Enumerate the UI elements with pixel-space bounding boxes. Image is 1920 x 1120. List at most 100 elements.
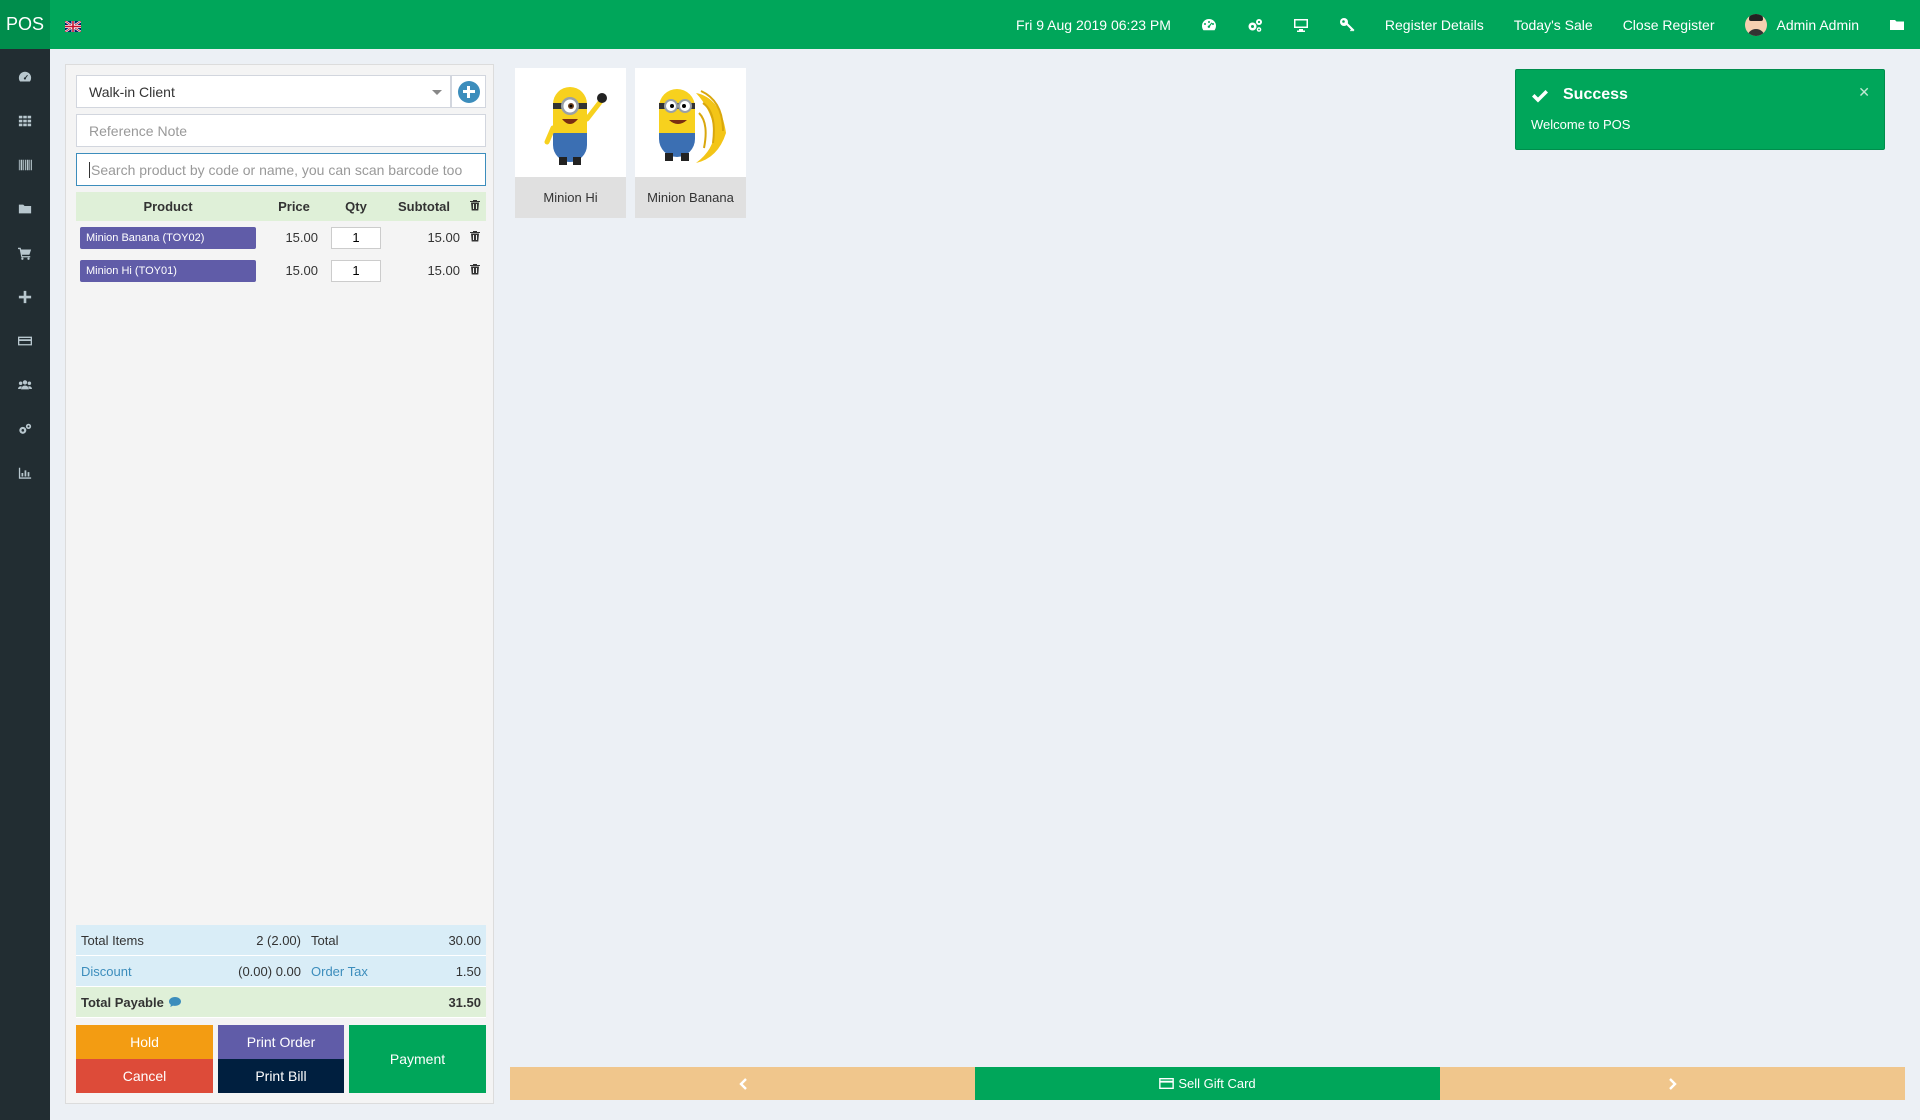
folder-icon[interactable] bbox=[0, 187, 50, 231]
sell-gift-card-label: Sell Gift Card bbox=[1178, 1076, 1256, 1091]
todays-sale-link[interactable]: Today's Sale bbox=[1499, 0, 1608, 49]
action-buttons: Hold Cancel Print Order Print Bill Payme… bbox=[76, 1025, 486, 1093]
text-cursor bbox=[89, 161, 90, 178]
totals-row: Total Items 2 (2.00) Total 30.00 bbox=[76, 925, 486, 956]
payment-button[interactable]: Payment bbox=[349, 1025, 486, 1093]
chevron-down-icon bbox=[432, 90, 442, 95]
totals-row: Discount (0.00) 0.00 Order Tax 1.50 bbox=[76, 956, 486, 987]
total-label: Total bbox=[311, 932, 339, 948]
avatar bbox=[1744, 13, 1767, 36]
table-row: Minion Banana (TOY02) 15.00 15.00 bbox=[76, 221, 486, 254]
product-item-button[interactable]: Minion Hi (TOY01) bbox=[80, 259, 256, 282]
totals-table: Total Items 2 (2.00) Total 30.00 Discoun… bbox=[76, 925, 486, 1018]
hold-button[interactable]: Hold bbox=[76, 1025, 213, 1059]
minion-hi-image bbox=[544, 86, 607, 165]
bottom-bar: Sell Gift Card bbox=[510, 1067, 1905, 1100]
item-subtotal: 15.00 bbox=[427, 263, 460, 278]
user-name: Admin Admin bbox=[1776, 16, 1859, 33]
item-price: 15.00 bbox=[285, 263, 318, 278]
trash-icon bbox=[470, 200, 480, 211]
clear-all-button[interactable] bbox=[464, 192, 486, 221]
discount-link[interactable]: Discount bbox=[76, 964, 206, 979]
user-menu[interactable]: Admin Admin bbox=[1730, 0, 1874, 49]
header-qty: Qty bbox=[328, 192, 384, 221]
total-payable-label: Total Payable bbox=[81, 994, 164, 1010]
item-price: 15.00 bbox=[285, 230, 318, 245]
minion-banana-image bbox=[658, 88, 726, 163]
credit-card-icon bbox=[1159, 1078, 1175, 1089]
bar-chart-icon[interactable] bbox=[0, 451, 50, 495]
check-icon bbox=[1532, 90, 1548, 103]
order-items-table: Product Price Qty Subtotal Minion Banana… bbox=[76, 192, 486, 287]
product-tile[interactable]: Minion Hi bbox=[515, 68, 626, 218]
chevron-right-icon bbox=[1668, 1077, 1677, 1090]
close-register-link[interactable]: Close Register bbox=[1608, 0, 1730, 49]
trash-icon bbox=[470, 264, 480, 275]
uk-flag-icon[interactable] bbox=[64, 19, 82, 33]
next-page-button[interactable] bbox=[1440, 1067, 1905, 1100]
folder-icon[interactable] bbox=[1874, 0, 1920, 49]
datetime: Fri 9 Aug 2019 06:23 PM bbox=[1016, 16, 1171, 33]
table-header-row: Product Price Qty Subtotal bbox=[76, 192, 486, 221]
barcode-icon[interactable] bbox=[0, 143, 50, 187]
chevron-left-icon bbox=[738, 1077, 747, 1090]
toast-title: Success bbox=[1563, 86, 1628, 103]
total-payable-row: Total Payable 31.50 bbox=[76, 987, 486, 1018]
grid-icon[interactable] bbox=[0, 99, 50, 143]
previous-page-button[interactable] bbox=[510, 1067, 975, 1100]
table-row: Minion Hi (TOY01) 15.00 15.00 bbox=[76, 254, 486, 287]
product-search-input[interactable]: Search product by code or name, you can … bbox=[76, 153, 486, 186]
quantity-input[interactable] bbox=[331, 259, 381, 282]
discount-value: (0.00) 0.00 bbox=[238, 963, 301, 979]
order-tax-value: 1.50 bbox=[455, 963, 481, 979]
cart-icon[interactable] bbox=[0, 231, 50, 275]
trash-icon bbox=[470, 231, 480, 242]
gears-icon[interactable] bbox=[0, 407, 50, 451]
remove-item-button[interactable] bbox=[464, 221, 486, 254]
product-image bbox=[635, 68, 746, 177]
print-order-button[interactable]: Print Order bbox=[218, 1025, 344, 1059]
success-toast: Success Welcome to POS ✕ bbox=[1515, 69, 1885, 150]
search-placeholder: Search product by code or name, you can … bbox=[91, 161, 463, 178]
total-payable-value: 31.50 bbox=[448, 994, 481, 1010]
item-subtotal: 15.00 bbox=[427, 230, 460, 245]
product-name: Minion Hi bbox=[543, 190, 598, 205]
dashboard-icon[interactable] bbox=[0, 55, 50, 99]
logo[interactable]: POS bbox=[0, 0, 50, 49]
remove-item-button[interactable] bbox=[464, 254, 486, 287]
product-image bbox=[515, 68, 626, 177]
users-icon[interactable] bbox=[0, 363, 50, 407]
product-item-button[interactable]: Minion Banana (TOY02) bbox=[80, 226, 256, 249]
quantity-input[interactable] bbox=[331, 226, 381, 249]
top-navbar: POS Fri 9 Aug 2019 06:23 PM Register Det… bbox=[0, 0, 1920, 49]
comment-icon[interactable] bbox=[168, 996, 182, 1008]
toast-message: Welcome to POS bbox=[1531, 117, 1631, 132]
total-value: 30.00 bbox=[448, 932, 481, 948]
order-tax-link[interactable]: Order Tax bbox=[306, 964, 396, 979]
product-name: Minion Banana bbox=[647, 190, 734, 205]
sell-gift-card-button[interactable]: Sell Gift Card bbox=[975, 1067, 1440, 1100]
header-price: Price bbox=[260, 192, 328, 221]
dashboard-icon[interactable] bbox=[1186, 0, 1232, 49]
header-subtotal: Subtotal bbox=[384, 192, 464, 221]
desktop-icon[interactable] bbox=[1278, 0, 1324, 49]
add-client-button[interactable] bbox=[451, 75, 486, 108]
total-items-label: Total Items bbox=[81, 932, 144, 948]
sidebar bbox=[0, 49, 50, 1120]
plus-circle-icon bbox=[457, 80, 480, 103]
reference-note-input[interactable]: Reference Note bbox=[76, 114, 486, 147]
gears-icon[interactable] bbox=[1232, 0, 1278, 49]
cancel-button[interactable]: Cancel bbox=[76, 1059, 213, 1093]
total-items-value: 2 (2.00) bbox=[256, 932, 301, 948]
credit-card-icon[interactable] bbox=[0, 319, 50, 363]
client-select[interactable]: Walk-in Client bbox=[76, 75, 451, 108]
client-value: Walk-in Client bbox=[89, 83, 175, 100]
header-product: Product bbox=[76, 192, 260, 221]
print-bill-button[interactable]: Print Bill bbox=[218, 1059, 344, 1093]
order-panel: Walk-in Client Reference Note Search pro… bbox=[65, 64, 494, 1104]
key-icon[interactable] bbox=[1324, 0, 1370, 49]
register-details-link[interactable]: Register Details bbox=[1370, 0, 1499, 49]
product-tile[interactable]: Minion Banana bbox=[635, 68, 746, 218]
close-icon[interactable]: ✕ bbox=[1858, 84, 1870, 101]
plus-icon[interactable] bbox=[0, 275, 50, 319]
